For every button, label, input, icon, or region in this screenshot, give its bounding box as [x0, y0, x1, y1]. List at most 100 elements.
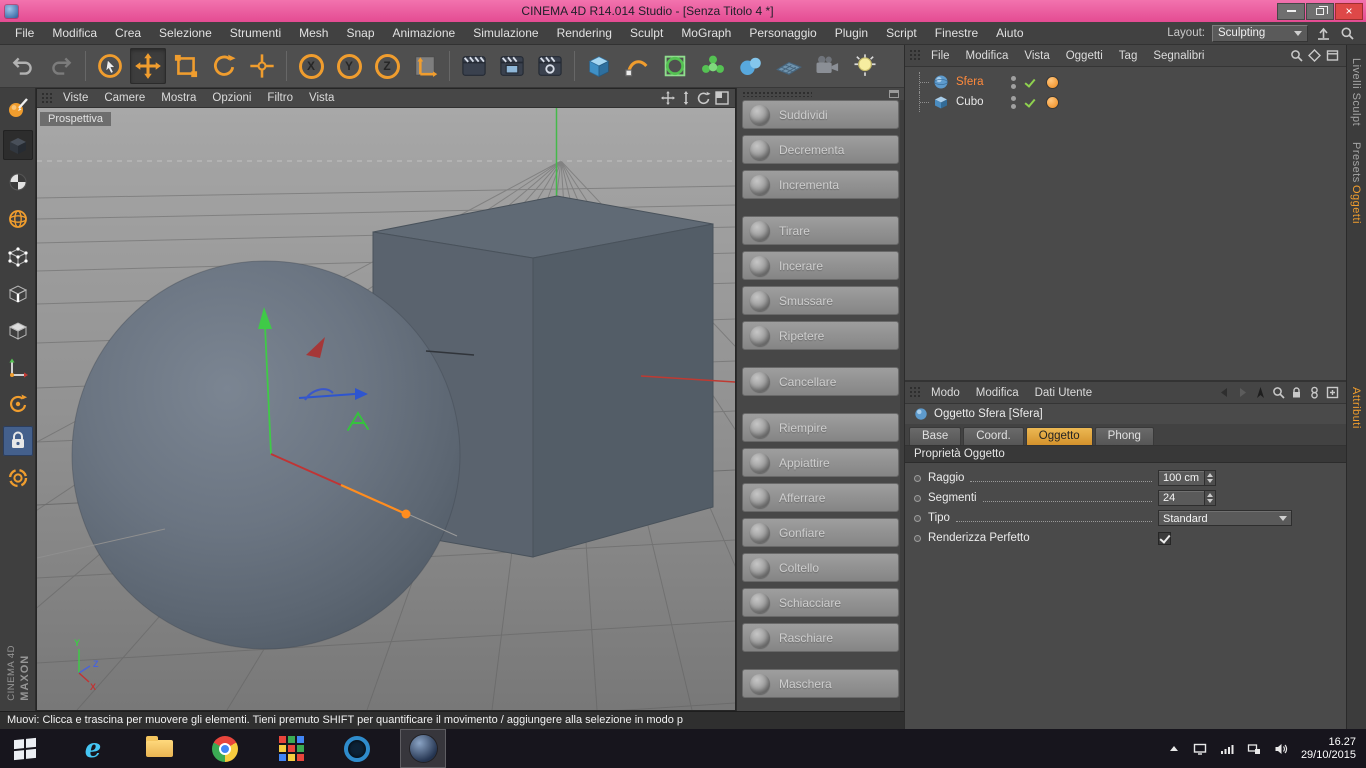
- menu-aiuto[interactable]: Aiuto: [987, 24, 1032, 42]
- lock-x-axis-button[interactable]: X: [293, 48, 329, 84]
- light-menu[interactable]: [847, 48, 883, 84]
- menu-rendering[interactable]: Rendering: [548, 24, 621, 42]
- zoom-view-icon[interactable]: [679, 91, 693, 105]
- restore-button[interactable]: [1306, 2, 1334, 20]
- sculpt-tool-incerare[interactable]: Incerare: [742, 251, 899, 280]
- enable-axis-button[interactable]: [3, 352, 33, 382]
- edges-mode-button[interactable]: [3, 278, 33, 308]
- dock-tab-attributi[interactable]: Attributi: [1350, 387, 1362, 429]
- dock-tab-presets[interactable]: Presets: [1350, 142, 1362, 183]
- polygons-mode-button[interactable]: [3, 315, 33, 345]
- raggio-value[interactable]: 100 cm: [1159, 471, 1204, 485]
- tab-oggetto[interactable]: Oggetto: [1025, 427, 1093, 445]
- menu-mograph[interactable]: MoGraph: [672, 24, 740, 42]
- snap-settings-button[interactable]: [3, 463, 33, 493]
- render-settings-button[interactable]: [532, 48, 568, 84]
- phong-tag-icon[interactable]: [1047, 96, 1058, 108]
- menu-script[interactable]: Script: [877, 24, 926, 42]
- keyframe-dot[interactable]: [914, 474, 921, 482]
- visibility-dots[interactable]: [1011, 95, 1016, 109]
- enabled-check-icon[interactable]: [1024, 96, 1037, 109]
- dock-tab-livelli-sculpt[interactable]: Livelli Sculpt: [1350, 58, 1362, 126]
- chrome-icon[interactable]: [202, 729, 248, 768]
- workplane-mode-button[interactable]: [3, 204, 33, 234]
- minimize-button[interactable]: [1277, 2, 1305, 20]
- panel-menu-icon[interactable]: [889, 90, 899, 98]
- visibility-dots[interactable]: [1011, 75, 1016, 89]
- lock-icon[interactable]: [1290, 386, 1303, 399]
- media-app-icon[interactable]: [334, 729, 380, 768]
- tipo-dropdown[interactable]: Standard: [1158, 510, 1292, 526]
- sculpt-tool-smussare[interactable]: Smussare: [742, 286, 899, 315]
- deformers-menu[interactable]: [695, 48, 731, 84]
- sculpt-tool-tirare[interactable]: Tirare: [742, 216, 899, 245]
- sculpt-tool-cancellare[interactable]: Cancellare: [742, 367, 899, 396]
- move-tool[interactable]: [130, 48, 166, 84]
- spinner-arrows[interactable]: [1204, 491, 1215, 505]
- sculpt-tool-incrementa[interactable]: Incrementa: [742, 170, 899, 199]
- viewport-solo-button[interactable]: [3, 389, 33, 419]
- keyframe-dot[interactable]: [914, 534, 921, 542]
- render-to-picture-viewer-button[interactable]: [494, 48, 530, 84]
- file-explorer-icon[interactable]: [136, 729, 182, 768]
- am-menu-modo[interactable]: Modo: [923, 387, 968, 399]
- renderizza-perfetto-checkbox[interactable]: [1158, 531, 1171, 545]
- dock-tab-oggetti[interactable]: Oggetti: [1350, 185, 1362, 224]
- menu-finestre[interactable]: Finestre: [926, 24, 987, 42]
- start-button[interactable]: [0, 729, 50, 768]
- filter-icon[interactable]: [1308, 49, 1321, 62]
- sculpt-tool-suddividi[interactable]: Suddividi: [742, 100, 899, 129]
- search-icon[interactable]: [1339, 25, 1356, 42]
- object-name[interactable]: Sfera: [953, 76, 995, 88]
- tray-display-icon[interactable]: [1193, 742, 1207, 756]
- live-selection-tool[interactable]: [92, 48, 128, 84]
- viewport-menu-viste[interactable]: Viste: [55, 92, 96, 104]
- coordinate-system-button[interactable]: [407, 48, 443, 84]
- hidden-icons-chevron[interactable]: [1168, 743, 1180, 755]
- sculpt-tool-coltello[interactable]: Coltello: [742, 553, 899, 582]
- pin-arrow-icon[interactable]: [1254, 386, 1267, 399]
- panel-menu-icon[interactable]: [1326, 49, 1339, 62]
- menu-file[interactable]: File: [6, 24, 43, 42]
- tab-base[interactable]: Base: [909, 427, 962, 445]
- primitive-cube-menu[interactable]: [581, 48, 617, 84]
- generators-menu[interactable]: [657, 48, 693, 84]
- om-menu-vista[interactable]: Vista: [1016, 50, 1057, 62]
- rotate-tool[interactable]: [206, 48, 242, 84]
- object-name[interactable]: Cubo: [953, 96, 995, 108]
- lock-y-axis-button[interactable]: Y: [331, 48, 367, 84]
- menu-plugin[interactable]: Plugin: [826, 24, 877, 42]
- tab-coord[interactable]: Coord.: [963, 427, 1024, 445]
- panel-grip[interactable]: [742, 91, 812, 97]
- render-view-button[interactable]: [456, 48, 492, 84]
- sculpt-tool-raschiare[interactable]: Raschiare: [742, 623, 899, 652]
- segmenti-value[interactable]: 24: [1159, 491, 1204, 505]
- viewport-menu-mostra[interactable]: Mostra: [153, 92, 204, 104]
- viewport-menu-opzioni[interactable]: Opzioni: [204, 92, 259, 104]
- panel-grip[interactable]: [41, 91, 52, 105]
- menu-mesh[interactable]: Mesh: [290, 24, 337, 42]
- cinema4d-taskbar-icon[interactable]: [400, 729, 446, 768]
- segmenti-input[interactable]: 24: [1158, 490, 1216, 506]
- viewport-menu-camere[interactable]: Camere: [96, 92, 153, 104]
- menu-crea[interactable]: Crea: [106, 24, 150, 42]
- metaball-menu[interactable]: [733, 48, 769, 84]
- floor-environment-menu[interactable]: [771, 48, 807, 84]
- history-forward-icon[interactable]: [1236, 386, 1249, 399]
- menu-simulazione[interactable]: Simulazione: [464, 24, 547, 42]
- link-icon[interactable]: [1308, 386, 1321, 399]
- last-tool-used[interactable]: [244, 48, 280, 84]
- viewport-menu-vista[interactable]: Vista: [301, 92, 342, 104]
- close-button[interactable]: ×: [1335, 2, 1363, 20]
- model-mode-button[interactable]: [2, 130, 33, 160]
- spline-pen-menu[interactable]: [619, 48, 655, 84]
- camera-menu[interactable]: [809, 48, 845, 84]
- toggle-view-icon[interactable]: [715, 91, 729, 105]
- tray-signal-icon[interactable]: [1220, 742, 1234, 756]
- keyframe-dot[interactable]: [914, 514, 921, 522]
- sculpt-tool-schiacciare[interactable]: Schiacciare: [742, 588, 899, 617]
- om-menu-tag[interactable]: Tag: [1111, 50, 1146, 62]
- am-menu-dati-utente[interactable]: Dati Utente: [1027, 387, 1101, 399]
- sculpt-tool-maschera[interactable]: Maschera: [742, 669, 899, 698]
- sculpt-tool-gonfiare[interactable]: Gonfiare: [742, 518, 899, 547]
